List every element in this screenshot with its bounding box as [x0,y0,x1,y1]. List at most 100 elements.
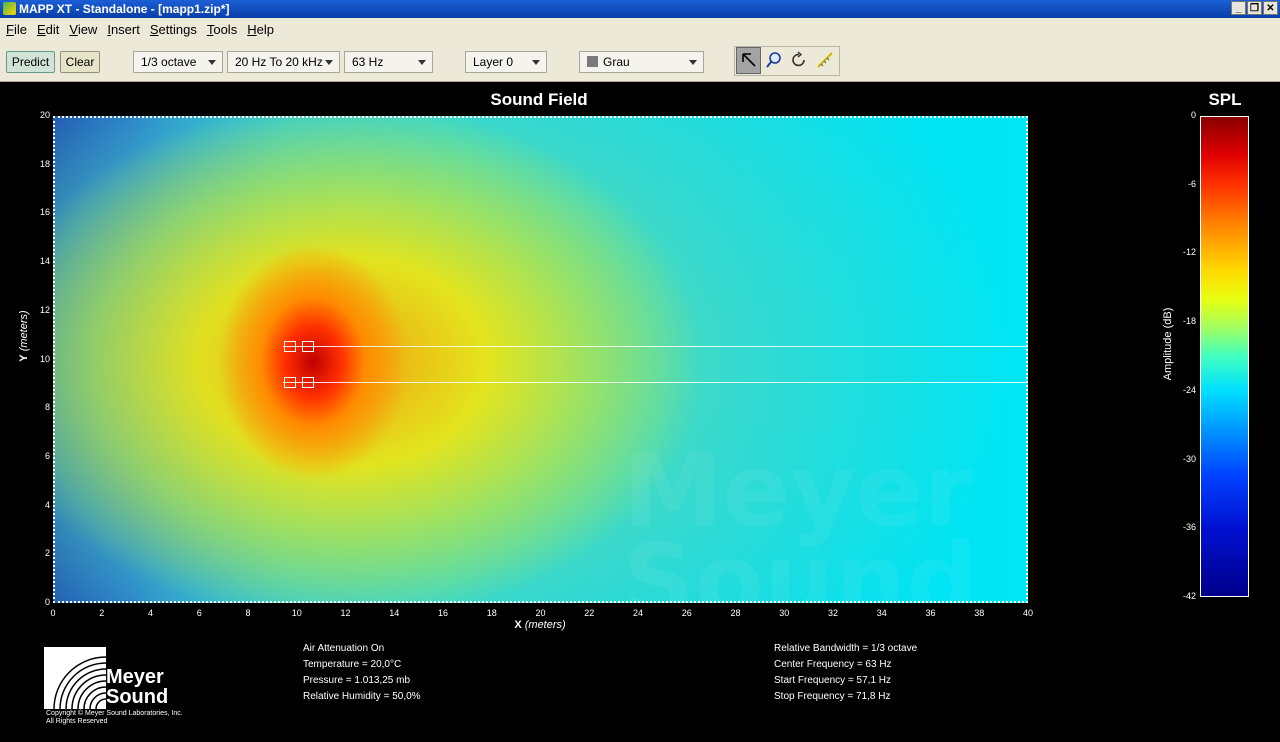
x-tick-label: 0 [50,608,56,618]
menu-tools[interactable]: Tools [201,18,241,40]
color-scheme-select[interactable]: Grau [579,51,704,73]
layer-value: Layer 0 [473,55,514,69]
speaker-element[interactable] [284,377,296,388]
y-tick-label: 18 [39,158,50,169]
x-tick-label: 12 [340,608,351,618]
analysis-info: Relative Bandwidth = 1/3 octave Center F… [774,641,917,705]
pressure: Pressure = 1.013,25 mb [303,675,411,686]
window-title: MAPP XT - Standalone - [mapp1.zip*] [19,2,230,16]
spl-colorbar [1200,116,1249,597]
logo-line-2: Sound [106,686,169,708]
x-tick-label: 14 [389,608,400,618]
menu-edit[interactable]: Edit [31,18,63,40]
x-tick-label: 8 [245,608,251,618]
pointer-tool[interactable] [736,47,761,74]
colorbar-tick-label: -42 [1182,591,1196,601]
clear-button[interactable]: Clear [60,51,100,73]
x-tick-label: 32 [827,608,838,618]
y-tick-label: 12 [39,304,50,315]
colorbar-label: Amplitude (dB) [1162,307,1174,381]
x-tick-label: 22 [584,608,595,618]
x-tick-label: 28 [730,608,741,618]
plot-title: Sound Field [490,90,588,109]
x-axis-label: X (meters) [490,619,590,631]
speaker-axis-line [283,346,1027,347]
measure-tool[interactable] [813,47,838,74]
frequency-value: 63 Hz [352,55,384,69]
minimize-button[interactable]: _ [1231,1,1246,15]
y-tick-label: 0 [44,597,50,607]
zoom-tool[interactable] [762,47,787,74]
colorbar-tick-label: -30 [1182,453,1196,464]
speaker-axis-line [283,382,1027,383]
close-button[interactable]: ✕ [1263,1,1278,15]
colorbar-tick-label: -18 [1182,316,1196,327]
y-tick-label: 4 [44,499,50,510]
frequency-range-value: 20 Hz To 20 kHz [235,55,323,69]
x-tick-label: 2 [99,608,105,618]
center-frequency: Center Frequency = 63 Hz [774,659,892,670]
chevron-down-icon [208,60,216,65]
menu-bar: File Edit View Insert Settings Tools Hel… [0,18,1280,40]
chevron-down-icon [325,60,333,65]
chevron-down-icon [418,60,426,65]
layer-select[interactable]: Layer 0 [465,51,547,73]
y-axis-unit: (meters) [18,310,30,352]
menu-insert[interactable]: Insert [101,18,144,40]
y-tick-label: 14 [39,256,50,267]
colorbar-tick-label: -12 [1182,247,1196,258]
relative-bandwidth: Relative Bandwidth = 1/3 octave [774,643,918,654]
x-tick-label: 34 [876,608,887,618]
rotate-icon [792,51,805,67]
x-tick-label: 6 [196,608,202,618]
frequency-range-select[interactable]: 20 Hz To 20 kHz [227,51,340,73]
temperature: Temperature = 20,0°C [303,659,402,670]
color-swatch [587,56,598,67]
pointer-icon [742,53,756,67]
toolbar: Predict Clear 1/3 octave 20 Hz To 20 kHz… [0,40,1280,82]
x-tick-label: 4 [147,608,153,618]
frequency-select[interactable]: 63 Hz [344,51,433,73]
zoom-icon [766,52,781,68]
y-tick-label: 6 [44,450,50,461]
menu-view[interactable]: View [63,18,101,40]
x-tick-label: 10 [291,608,302,618]
title-bar: MAPP XT - Standalone - [mapp1.zip*] _ ❐ … [0,0,1280,18]
color-scheme-value: Grau [603,55,630,69]
y-axis-name: Y [18,354,30,362]
x-tick-label: 36 [925,608,936,618]
menu-help[interactable]: Help [241,18,278,40]
plot-frame [53,116,1028,603]
start-frequency: Start Frequency = 57,1 Hz [774,675,892,686]
x-tick-label: 18 [486,608,497,618]
measure-icon [817,52,833,68]
speaker-element[interactable] [302,377,314,388]
colorbar-tick-label: -24 [1182,384,1196,395]
restore-button[interactable]: ❐ [1247,1,1262,15]
speaker-element[interactable] [284,341,296,352]
menu-file[interactable]: File [0,18,31,40]
environment-info: Air Attenuation On Temperature = 20,0°C … [303,641,421,705]
y-axis-label: Y (meters) [18,286,30,386]
x-tick-label: 16 [437,608,448,618]
bandwidth-value: 1/3 octave [141,55,197,69]
y-tick-label: 2 [44,548,50,559]
x-tick-label: 40 [1022,608,1033,618]
chevron-down-icon [689,60,697,65]
meyer-sound-logo: Meyer Sound Copyright © Meyer Sound Labo… [44,647,184,727]
bandwidth-select[interactable]: 1/3 octave [133,51,223,73]
speaker-element[interactable] [302,341,314,352]
humidity: Relative Humidity = 50,0% [303,691,421,702]
x-tick-label: 24 [632,608,643,618]
rotate-tool[interactable] [787,47,812,74]
stop-frequency: Stop Frequency = 71,8 Hz [774,691,891,702]
x-tick-label: 30 [779,608,790,618]
copyright-line: Copyright © Meyer Sound Laboratories, In… [46,710,183,717]
app-icon [3,2,16,15]
predict-button[interactable]: Predict [6,51,55,73]
menu-settings[interactable]: Settings [144,18,201,40]
colorbar-tick-label: -6 [1187,178,1196,189]
x-tick-label: 38 [974,608,985,618]
x-tick-label: 26 [681,608,692,618]
spl-title: SPL [1208,90,1242,109]
